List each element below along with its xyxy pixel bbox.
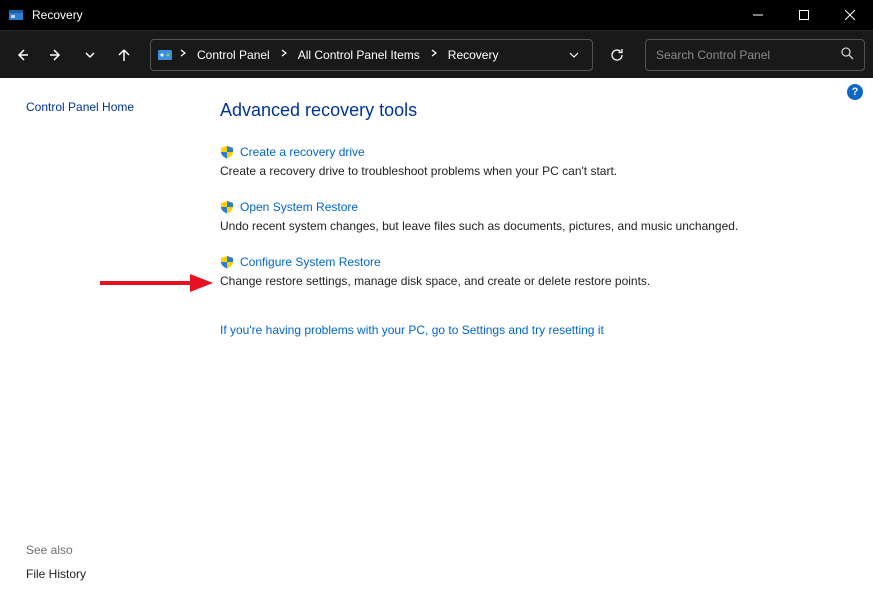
back-button[interactable] (8, 41, 36, 69)
help-button[interactable]: ? (847, 84, 863, 100)
tool-item: Create a recovery drive Create a recover… (220, 145, 853, 180)
tool-description: Change restore settings, manage disk spa… (220, 273, 853, 290)
reset-pc-settings-link[interactable]: If you're having problems with your PC, … (220, 323, 604, 337)
control-panel-home-link[interactable]: Control Panel Home (26, 100, 200, 114)
tool-item: Open System Restore Undo recent system c… (220, 200, 853, 235)
main-panel: Advanced recovery tools Create a recover… (220, 100, 853, 337)
shield-icon (220, 200, 234, 214)
address-dropdown-button[interactable] (562, 50, 586, 60)
sidebar: Control Panel Home See also File History (0, 78, 200, 607)
breadcrumb-control-panel[interactable]: Control Panel (193, 46, 274, 64)
chevron-right-icon[interactable] (278, 49, 290, 60)
see-also-heading: See also (26, 543, 86, 557)
search-icon[interactable] (840, 46, 854, 63)
forward-button[interactable] (42, 41, 70, 69)
content-area: ? Control Panel Home See also File Histo… (0, 78, 873, 607)
search-box[interactable] (645, 39, 865, 71)
shield-icon (220, 255, 234, 269)
close-button[interactable] (827, 0, 873, 30)
up-button[interactable] (110, 41, 138, 69)
tool-item: Configure System Restore Change restore … (220, 255, 853, 290)
title-bar: Recovery (0, 0, 873, 30)
search-input[interactable] (656, 48, 840, 62)
chevron-right-icon[interactable] (177, 49, 189, 60)
app-icon (8, 7, 24, 23)
tool-description: Create a recovery drive to troubleshoot … (220, 163, 853, 180)
maximize-button[interactable] (781, 0, 827, 30)
breadcrumb-all-items[interactable]: All Control Panel Items (294, 46, 424, 64)
minimize-button[interactable] (735, 0, 781, 30)
control-panel-icon (157, 47, 173, 63)
page-title: Advanced recovery tools (220, 100, 853, 121)
open-system-restore-link[interactable]: Open System Restore (240, 200, 358, 214)
address-bar[interactable]: Control Panel All Control Panel Items Re… (150, 39, 593, 71)
configure-system-restore-link[interactable]: Configure System Restore (240, 255, 381, 269)
navigation-bar: Control Panel All Control Panel Items Re… (0, 30, 873, 78)
window-controls (735, 0, 873, 30)
breadcrumb-recovery[interactable]: Recovery (444, 46, 503, 64)
file-history-link[interactable]: File History (26, 567, 86, 581)
tool-description: Undo recent system changes, but leave fi… (220, 218, 853, 235)
chevron-right-icon[interactable] (428, 49, 440, 60)
recent-locations-button[interactable] (76, 41, 104, 69)
refresh-button[interactable] (599, 39, 635, 71)
shield-icon (220, 145, 234, 159)
window-title: Recovery (32, 8, 83, 22)
create-recovery-drive-link[interactable]: Create a recovery drive (240, 145, 365, 159)
